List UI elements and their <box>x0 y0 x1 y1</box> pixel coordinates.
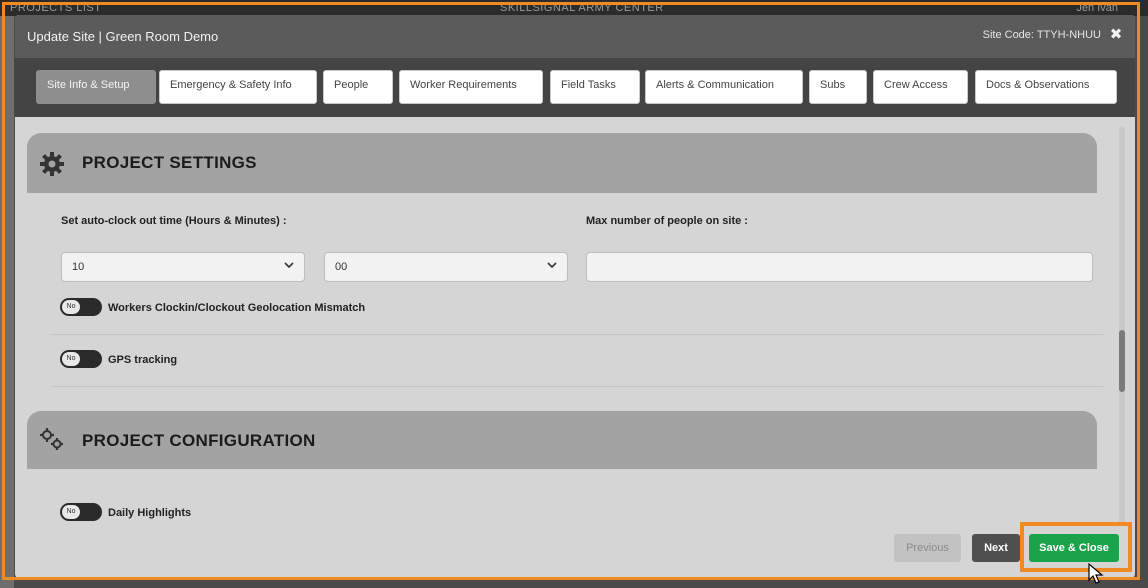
project-settings-title: PROJECT SETTINGS <box>82 153 257 172</box>
tab-emergency-safety-info[interactable]: Emergency & Safety Info <box>159 70 317 104</box>
hours-select-value: 10 <box>72 261 85 273</box>
daily-highlights-toggle[interactable]: No <box>60 503 102 521</box>
tab-alerts-communication[interactable]: Alerts & Communication <box>645 70 803 104</box>
chevron-down-icon <box>284 262 294 269</box>
gears-icon <box>40 428 63 450</box>
tab-people[interactable]: People <box>323 70 393 104</box>
project-configuration-title: PROJECT CONFIGURATION <box>82 431 316 450</box>
update-site-modal: Update Site | Green Room Demo Site Code:… <box>15 15 1135 578</box>
modal-header: Update Site | Green Room Demo Site Code:… <box>15 15 1135 58</box>
gps-tracking-label: GPS tracking <box>108 354 178 366</box>
tab-content: PROJECT SETTINGS Set auto-clock out time… <box>27 117 1117 527</box>
gear-icon <box>40 152 64 176</box>
toggle-knob: No <box>62 505 80 519</box>
background-left-strip <box>0 16 14 588</box>
background-center-text: SKILLSIGNAL ARMY CENTER <box>500 2 664 14</box>
project-configuration-header: PROJECT CONFIGURATION <box>27 411 1097 469</box>
tab-bar: Site Info & Setup Emergency & Safety Inf… <box>15 58 1135 117</box>
toggle-knob: No <box>62 300 80 314</box>
tab-docs-observations[interactable]: Docs & Observations <box>975 70 1117 104</box>
minutes-select-value: 00 <box>335 261 348 273</box>
tab-site-info-setup[interactable]: Site Info & Setup <box>36 70 156 104</box>
tab-field-tasks[interactable]: Field Tasks <box>550 70 640 104</box>
project-settings-header: PROJECT SETTINGS <box>27 133 1097 193</box>
geolocation-mismatch-label: Workers Clockin/Clockout Geolocation Mis… <box>108 302 366 314</box>
toggle-knob: No <box>62 352 80 366</box>
background-left-text: PROJECTS LIST <box>10 2 102 14</box>
minutes-select[interactable]: 00 <box>324 252 568 282</box>
max-people-label: Max number of people on site : <box>586 215 748 227</box>
tab-subs[interactable]: Subs <box>809 70 867 104</box>
geolocation-mismatch-toggle[interactable]: No <box>60 298 102 316</box>
scrollbar-thumb[interactable] <box>1119 330 1125 392</box>
tab-crew-access[interactable]: Crew Access <box>873 70 968 104</box>
chevron-down-icon <box>547 262 557 269</box>
save-close-button[interactable]: Save & Close <box>1029 534 1119 562</box>
site-code: Site Code: TTYH-NHUU <box>982 29 1101 41</box>
auto-clock-label: Set auto-clock out time (Hours & Minutes… <box>61 215 287 227</box>
background-user-name: Jen Ivan <box>1076 2 1118 14</box>
content-scrollbar[interactable] <box>1119 127 1125 525</box>
mouse-cursor-icon <box>1088 563 1104 584</box>
previous-button[interactable]: Previous <box>894 534 961 562</box>
next-button[interactable]: Next <box>972 534 1020 562</box>
close-icon[interactable]: ✖ <box>1109 27 1123 43</box>
divider <box>51 386 1103 387</box>
daily-highlights-label: Daily Highlights <box>108 507 192 519</box>
gps-tracking-toggle[interactable]: No <box>60 350 102 368</box>
background-topbar: PROJECTS LIST SKILLSIGNAL ARMY CENTER Je… <box>0 0 1148 16</box>
max-people-input[interactable] <box>586 252 1093 282</box>
tab-worker-requirements[interactable]: Worker Requirements <box>399 70 543 104</box>
modal-title: Update Site | Green Room Demo <box>27 29 219 44</box>
hours-select[interactable]: 10 <box>61 252 305 282</box>
divider <box>51 334 1103 335</box>
